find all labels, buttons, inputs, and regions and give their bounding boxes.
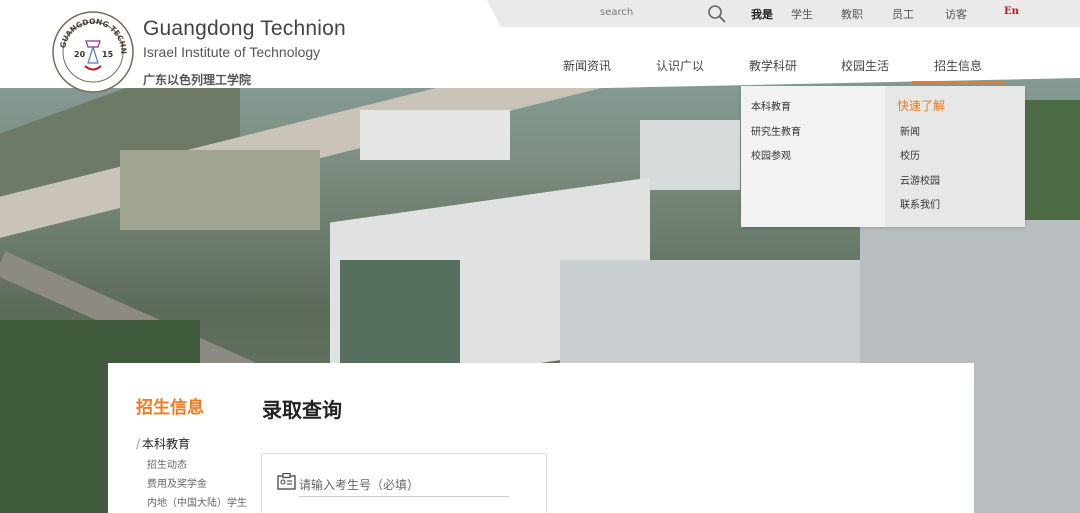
- util-link-student[interactable]: 学生: [791, 6, 813, 22]
- dropdown-item-calendar[interactable]: 校历: [900, 147, 920, 162]
- dropdown-item-virtual-tour[interactable]: 云游校园: [900, 172, 940, 187]
- sidebar-title: 招生信息: [136, 398, 204, 418]
- search-label[interactable]: search: [600, 7, 633, 18]
- dropdown-item-campus-visit[interactable]: 校园参观: [751, 147, 791, 162]
- dropdown-item-graduate[interactable]: 研究生教育: [751, 123, 801, 138]
- admission-query-form: [261, 453, 547, 513]
- nav-item-campus-life[interactable]: 校园生活: [841, 57, 889, 74]
- util-link-visitor[interactable]: 访客: [945, 6, 967, 22]
- sidebar-sub-mainland-students[interactable]: 内地（中国大陆）学生: [147, 494, 247, 509]
- i-am-label: 我是: [751, 8, 773, 21]
- dropdown-quick-head: 快速了解: [897, 99, 946, 113]
- university-logo[interactable]: GUANGDONG TECHNION 20 15: [52, 11, 134, 93]
- nav-item-admissions[interactable]: 招生信息: [934, 57, 982, 74]
- dropdown-item-contact[interactable]: 联系我们: [900, 196, 940, 211]
- search-icon[interactable]: [707, 4, 727, 24]
- sidebar-item-undergraduate[interactable]: / 本科教育: [136, 435, 190, 452]
- sidebar-sub-fees-scholarships[interactable]: 费用及奖学金: [147, 475, 207, 490]
- brand-subtitle: Israel Institute of Technology: [143, 44, 321, 60]
- svg-text:15: 15: [102, 50, 114, 59]
- language-switch-en[interactable]: En: [1004, 6, 1019, 17]
- nav-item-news[interactable]: 新闻资讯: [563, 57, 611, 74]
- id-card-icon: [277, 473, 296, 490]
- nav-active-indicator: [912, 81, 1004, 84]
- candidate-number-input[interactable]: [299, 473, 509, 497]
- util-link-staff[interactable]: 员工: [892, 6, 914, 22]
- dropdown-item-undergraduate[interactable]: 本科教育: [751, 98, 791, 113]
- sidebar-item-label: 本科教育: [142, 437, 191, 451]
- brand-name: Guangdong Technion: [143, 17, 346, 40]
- page-title: 录取查询: [262, 398, 342, 422]
- nav-item-research[interactable]: 教学科研: [749, 57, 797, 74]
- brand-chinese-name: 广东以色列理工学院: [143, 73, 252, 87]
- util-link-faculty[interactable]: 教职: [841, 6, 863, 22]
- svg-text:20: 20: [74, 50, 86, 59]
- sidebar-sub-admission-news[interactable]: 招生动态: [147, 456, 187, 471]
- utility-bar: search 我是 学生 教职 员工 访客 En: [487, 0, 1080, 27]
- admissions-dropdown: 本科教育 研究生教育 校园参观 快速了解 新闻 校历 云游校园 联系我们: [741, 86, 1025, 227]
- dropdown-item-news[interactable]: 新闻: [900, 123, 920, 138]
- nav-item-about[interactable]: 认识广以: [656, 57, 704, 74]
